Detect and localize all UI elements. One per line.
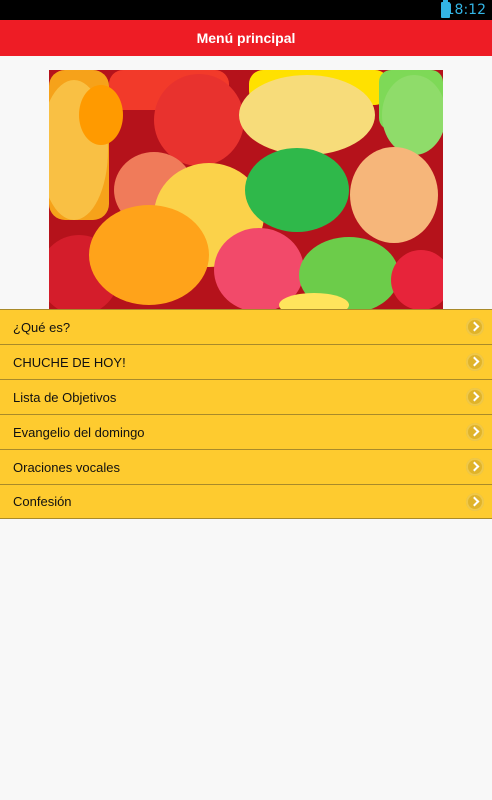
- menu-item-confesion[interactable]: Confesión: [0, 484, 492, 519]
- menu-item-label: CHUCHE DE HOY!: [13, 354, 126, 370]
- menu-item-label: Oraciones vocales: [13, 459, 120, 475]
- menu-item-label: ¿Qué es?: [13, 319, 71, 335]
- menu-item-chuche-de-hoy[interactable]: CHUCHE DE HOY!: [0, 344, 492, 379]
- chevron-right-icon: [466, 318, 484, 336]
- chevron-right-icon: [466, 493, 484, 511]
- menu-item-evangelio[interactable]: Evangelio del domingo: [0, 414, 492, 449]
- menu-item-label: Confesión: [13, 494, 72, 509]
- main-menu: ¿Qué es? CHUCHE DE HOY! Lista de Objetiv…: [0, 309, 492, 519]
- menu-item-lista-de-objetivos[interactable]: Lista de Objetivos: [0, 379, 492, 414]
- status-clock: 18:12: [445, 2, 486, 18]
- action-bar: Menú principal: [0, 20, 492, 56]
- chevron-right-icon: [466, 458, 484, 476]
- menu-item-que-es[interactable]: ¿Qué es?: [0, 309, 492, 344]
- menu-item-label: Lista de Objetivos: [13, 389, 117, 405]
- chevron-right-icon: [466, 388, 484, 406]
- chevron-right-icon: [466, 353, 484, 371]
- chevron-right-icon: [466, 423, 484, 441]
- page-title: Menú principal: [196, 30, 296, 46]
- gummy-candies-image: [49, 70, 443, 310]
- gummy-candies-illustration: [49, 70, 443, 310]
- status-bar: 18:12: [0, 0, 492, 20]
- menu-item-label: Evangelio del domingo: [13, 424, 145, 440]
- menu-item-oraciones-vocales[interactable]: Oraciones vocales: [0, 449, 492, 484]
